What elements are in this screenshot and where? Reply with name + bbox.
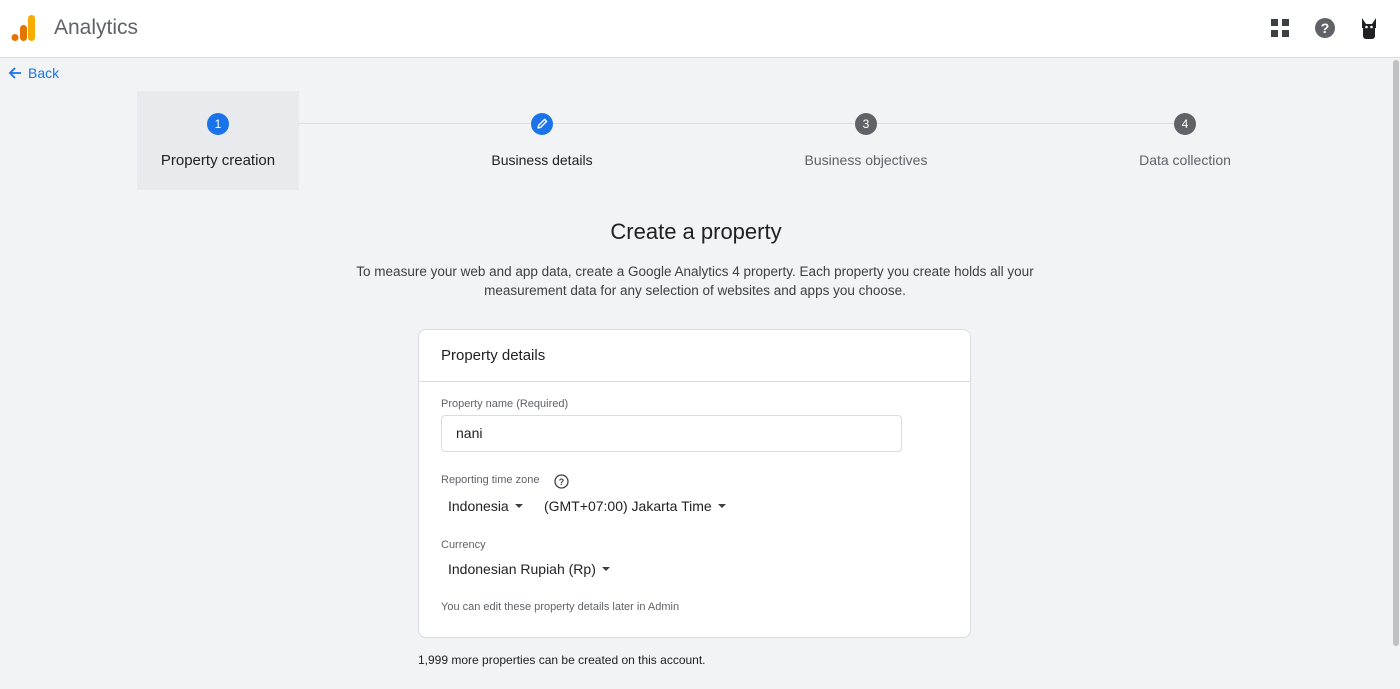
- svg-text:?: ?: [559, 477, 565, 487]
- page-title: Create a property: [610, 219, 782, 244]
- edit-pencil-icon: [531, 113, 553, 135]
- step-property-creation[interactable]: 1 Property creation: [137, 91, 299, 190]
- step-label: Business objectives: [804, 152, 928, 168]
- property-quota-note: 1,999 more properties can be created on …: [418, 653, 706, 667]
- property-details-card: Property details Property name (Required…: [418, 329, 971, 638]
- timezone-value: (GMT+07:00) Jakarta Time: [544, 498, 712, 514]
- timezone-dropdown[interactable]: (GMT+07:00) Jakarta Time: [544, 498, 726, 514]
- analytics-logo-icon[interactable]: [10, 14, 38, 42]
- currency-label: Currency: [441, 539, 486, 551]
- page-scrollbar[interactable]: [1392, 58, 1400, 689]
- step-number-badge: 3: [855, 113, 877, 135]
- help-icon[interactable]: ?: [1313, 16, 1337, 40]
- apps-grid-icon[interactable]: [1268, 16, 1292, 40]
- step-label: Data collection: [1139, 152, 1231, 168]
- country-dropdown[interactable]: Indonesia: [448, 498, 523, 514]
- step-data-collection[interactable]: 4 Data collection: [1104, 91, 1266, 190]
- step-label: Property creation: [160, 152, 276, 169]
- svg-text:?: ?: [1321, 20, 1330, 36]
- help-circle-icon[interactable]: ?: [554, 474, 569, 489]
- account-avatar-icon[interactable]: [1357, 16, 1381, 40]
- scrollbar-thumb[interactable]: [1393, 60, 1399, 646]
- step-number-badge: 1: [207, 113, 229, 135]
- step-label: Business details: [491, 152, 593, 168]
- currency-value: Indonesian Rupiah (Rp): [448, 561, 596, 577]
- property-name-input[interactable]: nani: [441, 415, 902, 452]
- step-business-objectives[interactable]: 3 Business objectives: [785, 91, 947, 190]
- currency-dropdown[interactable]: Indonesian Rupiah (Rp): [448, 561, 610, 577]
- step-business-details[interactable]: Business details: [461, 91, 623, 190]
- back-link[interactable]: Back: [8, 65, 59, 81]
- app-title: Analytics: [54, 16, 139, 39]
- timezone-label: Reporting time zone: [441, 474, 540, 486]
- page-description: To measure your web and app data, create…: [356, 264, 1034, 298]
- dropdown-caret-icon: [514, 504, 523, 508]
- dropdown-caret-icon: [717, 504, 726, 508]
- country-value: Indonesia: [448, 498, 509, 514]
- top-app-bar: Analytics ?: [0, 0, 1400, 58]
- property-name-label: Property name (Required): [441, 398, 569, 410]
- dropdown-caret-icon: [601, 567, 610, 571]
- back-label: Back: [28, 65, 60, 81]
- edit-later-note: You can edit these property details late…: [441, 601, 680, 613]
- arrow-back-icon: [8, 67, 21, 79]
- card-header: Property details: [419, 330, 970, 382]
- step-number-badge: 4: [1174, 113, 1196, 135]
